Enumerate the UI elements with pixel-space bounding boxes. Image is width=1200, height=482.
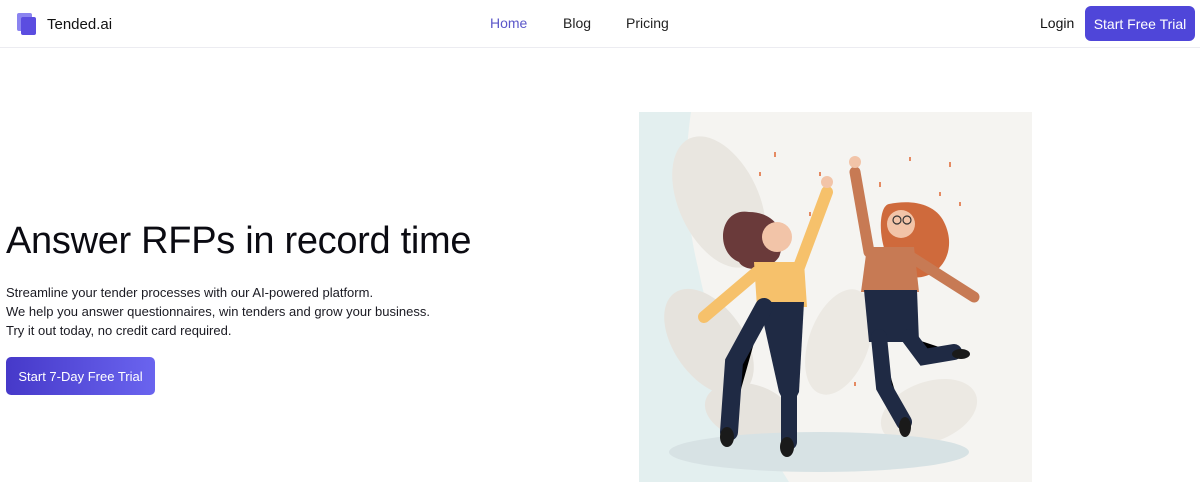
navbar: Tended.ai Home Blog Pricing Login Start … bbox=[0, 0, 1200, 48]
hero-subtitle: Streamline your tender processes with ou… bbox=[6, 283, 430, 340]
hero-title: Answer RFPs in record time bbox=[6, 220, 472, 262]
hero-subtitle-line: We help you answer questionnaires, win t… bbox=[6, 304, 430, 319]
hero-illustration bbox=[639, 112, 1032, 482]
hero-subtitle-line: Streamline your tender processes with ou… bbox=[6, 285, 374, 300]
nav-link-blog[interactable]: Blog bbox=[563, 15, 591, 31]
login-link[interactable]: Login bbox=[1040, 15, 1074, 31]
nav-links: Home Blog Pricing bbox=[0, 15, 1200, 33]
start-trial-button[interactable]: Start 7-Day Free Trial bbox=[6, 357, 155, 395]
nav-link-pricing[interactable]: Pricing bbox=[626, 15, 669, 31]
start-free-trial-button[interactable]: Start Free Trial bbox=[1085, 6, 1195, 41]
nav-link-home[interactable]: Home bbox=[490, 15, 527, 31]
hero-subtitle-line: Try it out today, no credit card require… bbox=[6, 323, 232, 338]
